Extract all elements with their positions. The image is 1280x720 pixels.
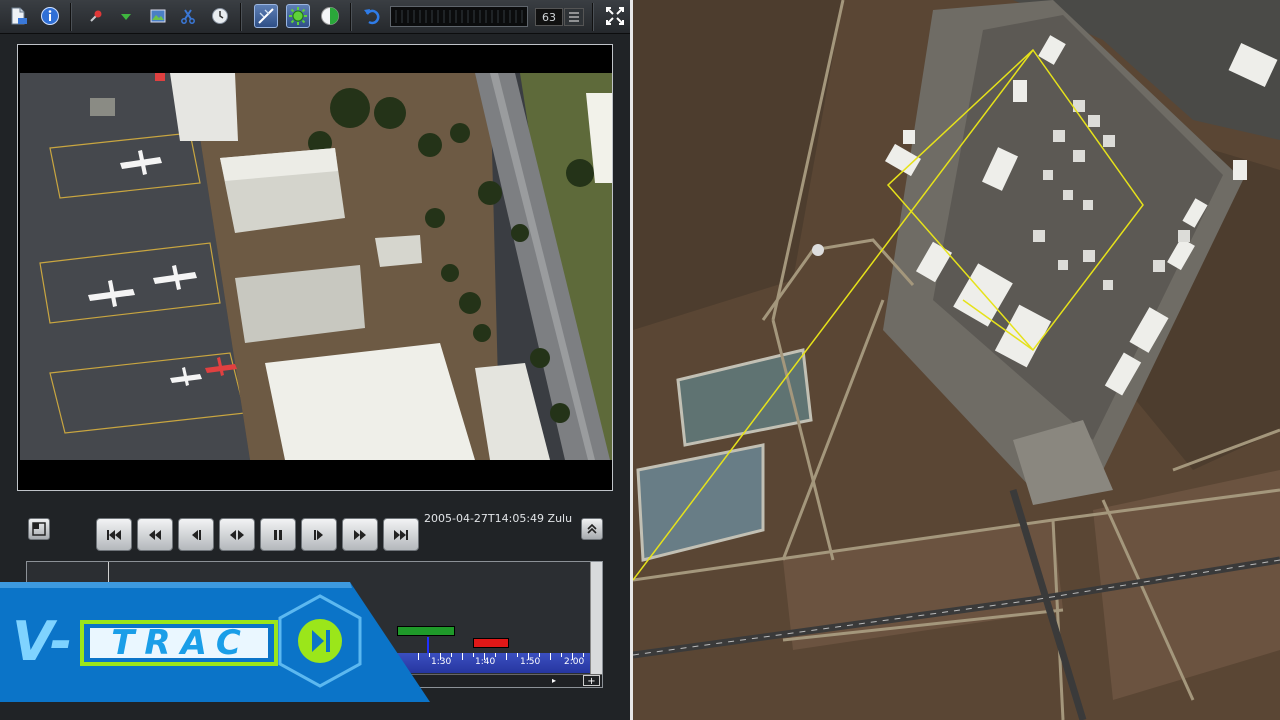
rewind-button[interactable] <box>137 518 173 551</box>
meter-tick <box>497 10 499 23</box>
timeline-vertical-scrollbar[interactable] <box>590 562 602 674</box>
skip-to-end-button[interactable] <box>383 518 419 551</box>
zoom-in-icon[interactable]: + <box>583 675 600 687</box>
toolbar-separator <box>350 3 352 31</box>
video-viewport[interactable] <box>17 44 613 491</box>
meter-tick <box>437 10 439 23</box>
meter-tick <box>509 10 511 23</box>
marker-icon[interactable] <box>114 4 138 28</box>
meter-tick <box>521 10 523 23</box>
zoom-stepper[interactable] <box>564 8 584 26</box>
meter-tick <box>401 10 403 23</box>
meter-tick <box>395 10 397 23</box>
meter-tick <box>455 10 457 23</box>
meter-tick <box>443 10 445 23</box>
ruler-tick <box>462 653 463 660</box>
ruler-tick <box>561 653 562 657</box>
fullscreen-icon[interactable] <box>603 4 627 28</box>
meter-tick <box>485 10 487 23</box>
video-timestamp: 2005-04-27T14:05:49 Zulu <box>424 512 573 525</box>
tick-label: 1:30 <box>431 657 452 667</box>
logo-text: TRAC <box>111 623 251 663</box>
meter-tick <box>461 10 463 23</box>
meter-tick <box>473 10 475 23</box>
track-segment-red[interactable] <box>473 638 509 648</box>
meter-tick <box>515 10 517 23</box>
info-icon[interactable] <box>38 4 62 28</box>
ruler-tick <box>517 653 518 657</box>
toolbar-separator <box>240 3 242 31</box>
toolbar-separator <box>70 3 72 31</box>
meter-tick <box>467 10 469 23</box>
sun-icon[interactable] <box>286 4 310 28</box>
ruler-tick <box>528 653 529 660</box>
tick-label: 2:00 <box>564 657 585 667</box>
aerial-video-frame <box>20 73 612 460</box>
fast-forward-button[interactable] <box>342 518 378 551</box>
meter-tick <box>425 10 427 23</box>
ruler-tick <box>484 653 485 660</box>
toolbar: 63 <box>0 0 630 34</box>
meter-tick <box>491 10 493 23</box>
pin-icon[interactable] <box>84 4 108 28</box>
zoom-value[interactable]: 63 <box>535 8 563 26</box>
clock-icon[interactable] <box>208 4 232 28</box>
v-trac-logo: V- TRAC <box>0 582 430 702</box>
measure-icon[interactable] <box>254 4 278 28</box>
ruler-tick <box>506 653 507 660</box>
meter-tick <box>479 10 481 23</box>
ruler-tick <box>440 653 441 660</box>
tick-label: 1:50 <box>520 657 541 667</box>
globe-icon[interactable] <box>318 4 342 28</box>
step-forward-button[interactable] <box>301 518 337 551</box>
skip-to-start-button[interactable] <box>96 518 132 551</box>
scroll-right-icon[interactable]: ▸ <box>548 675 560 686</box>
signal-meter <box>390 6 528 27</box>
ruler-tick <box>539 653 540 657</box>
app-window: 63 2005-04-27T14:05:49 Zulu 1:30 1:40 1:… <box>0 0 1280 720</box>
play-reverse-button[interactable] <box>219 518 255 551</box>
new-document-icon[interactable] <box>6 4 30 28</box>
ruler-tick <box>451 653 452 657</box>
toolbar-separator <box>592 3 594 31</box>
meter-tick <box>431 10 433 23</box>
ruler-tick <box>473 653 474 657</box>
video-panel: 63 2005-04-27T14:05:49 Zulu 1:30 1:40 1:… <box>0 0 630 720</box>
image-map-icon[interactable] <box>146 4 170 28</box>
ruler-tick <box>550 653 551 660</box>
undo-icon[interactable] <box>360 4 384 28</box>
meter-tick <box>413 10 415 23</box>
ruler-tick <box>572 653 573 660</box>
collapse-button[interactable] <box>581 518 603 540</box>
satellite-map-view[interactable] <box>633 0 1280 720</box>
tick-label: 1:40 <box>475 657 496 667</box>
step-back-button[interactable] <box>178 518 214 551</box>
meter-tick <box>419 10 421 23</box>
pause-button[interactable] <box>260 518 296 551</box>
meter-tick <box>503 10 505 23</box>
ruler-tick <box>583 653 584 657</box>
logo-prefix: V- <box>12 610 73 673</box>
snapshot-button[interactable] <box>28 518 50 540</box>
meter-tick <box>407 10 409 23</box>
meter-tick <box>449 10 451 23</box>
scissors-icon[interactable] <box>176 4 200 28</box>
ruler-tick <box>495 653 496 657</box>
